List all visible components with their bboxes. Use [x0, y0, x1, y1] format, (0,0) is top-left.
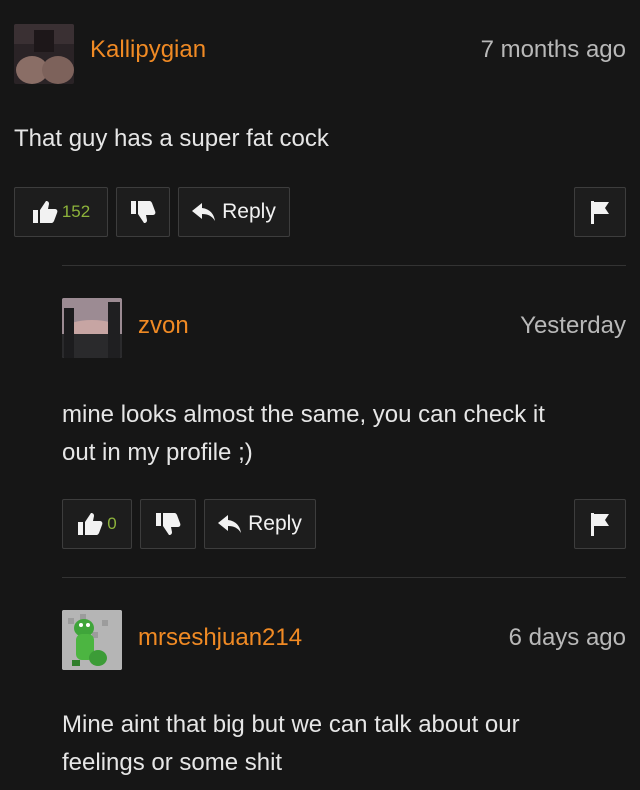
reply-button[interactable]: Reply	[178, 187, 290, 237]
upvote-count: 152	[61, 202, 91, 221]
avatar[interactable]	[62, 610, 122, 670]
comment-text-line: mine looks almost the same, you can chec…	[62, 401, 545, 428]
thumbs-down-icon	[131, 201, 156, 223]
comment-zvon: zvon Yesterday mine looks almost the sam…	[0, 266, 640, 576]
username[interactable]: zvon	[138, 314, 189, 338]
upvote-button[interactable]: 0	[62, 499, 132, 549]
comment-text: Mine aint that big but we can talk about…	[62, 706, 520, 782]
flag-button[interactable]	[574, 187, 626, 237]
reply-label: Reply	[222, 200, 276, 223]
flag-button[interactable]	[574, 499, 626, 549]
thumbs-down-icon	[156, 513, 181, 535]
username[interactable]: mrseshjuan214	[138, 626, 302, 650]
reply-arrow-icon	[192, 203, 216, 221]
reply-button[interactable]: Reply	[204, 499, 316, 549]
avatar[interactable]	[62, 298, 122, 358]
comment-text: That guy has a super fat cock	[14, 125, 329, 152]
flag-icon	[591, 201, 609, 224]
reply-arrow-icon	[218, 515, 242, 533]
timestamp: 6 days ago	[508, 624, 626, 651]
reply-label: Reply	[248, 512, 302, 535]
downvote-button[interactable]	[116, 187, 170, 237]
comment-text-line: feelings or some shit	[62, 749, 283, 776]
comment-text-line: Mine aint that big but we can talk about…	[62, 711, 520, 738]
upvote-button[interactable]: 152	[14, 187, 108, 237]
thumbs-up-icon	[32, 201, 58, 223]
avatar[interactable]	[14, 24, 74, 84]
comment-text-line: out in my profile ;)	[62, 439, 253, 466]
timestamp: Yesterday	[520, 312, 626, 339]
timestamp: 7 months ago	[480, 36, 626, 63]
thumbs-up-icon	[78, 513, 103, 535]
comment-text: mine looks almost the same, you can chec…	[62, 396, 545, 472]
comment-mrseshjuan214: mrseshjuan214 6 days ago Mine aint that …	[0, 578, 640, 790]
username[interactable]: Kallipygian	[90, 38, 206, 62]
flag-icon	[591, 513, 609, 536]
downvote-button[interactable]	[140, 499, 196, 549]
upvote-count: 0	[107, 514, 117, 533]
comment-kallipygian: Kallipygian 7 months ago That guy has a …	[0, 0, 640, 265]
